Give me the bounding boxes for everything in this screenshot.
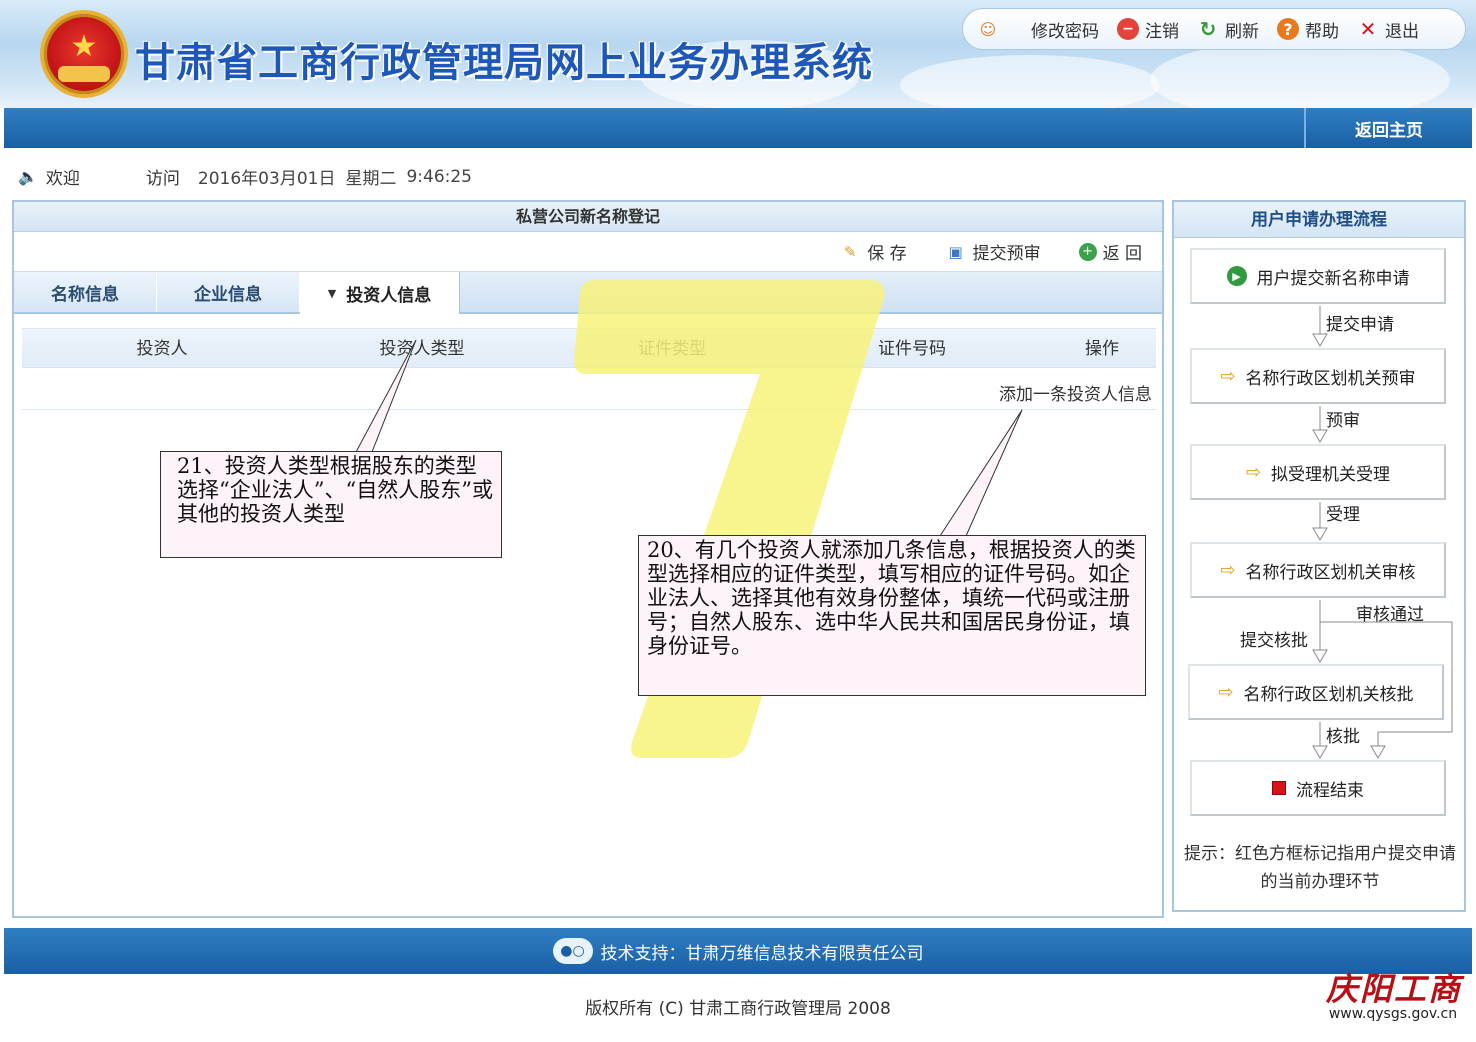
tab-label: 名称信息 <box>51 284 119 305</box>
national-emblem-logo: ★ <box>40 10 128 98</box>
flow-label-submit-application: 提交申请 <box>1326 315 1394 335</box>
callout-note-21: 21、投资人类型根据股东的类型选择“企业法人”、“自然人股东”或其他的投资人类型 <box>160 451 502 558</box>
column-header-investor: 投资人 <box>136 339 188 359</box>
flow-step-label: 用户提交新名称申请 <box>1256 268 1410 289</box>
exit-label: 退出 <box>1385 21 1419 42</box>
top-toolbar: ☺ 修改密码 − 注销 ↻ 刷新 ? 帮助 ✕ 退出 <box>962 8 1466 50</box>
footer-bar: ●○ 技术支持：甘肃万维信息技术有限责任公司 <box>4 928 1472 974</box>
tab-label: 投资人信息 <box>346 285 432 306</box>
arrow-right-icon: ⇨ <box>1245 461 1262 483</box>
flow-title: 用户申请办理流程 <box>1174 202 1464 238</box>
cloud-decoration <box>1150 40 1450 108</box>
add-investor-link[interactable]: 添加一条投资人信息 <box>999 380 1152 405</box>
home-button[interactable]: 返回主页 <box>1304 108 1472 148</box>
weekday-text: 星期二 <box>345 169 397 189</box>
submit-precheck-label: 提交预审 <box>972 244 1041 264</box>
tab-bar: 名称信息 企业信息 ▼ 投资人信息 <box>14 272 1162 314</box>
speaker-icon: 🔈 <box>18 167 38 186</box>
flow-step-label: 拟受理机关受理 <box>1271 464 1391 485</box>
flow-step-accept: ⇨ 拟受理机关受理 <box>1190 444 1446 500</box>
flow-step-label: 名称行政区划机关预审 <box>1245 368 1416 389</box>
flow-step-submit: ▶ 用户提交新名称申请 <box>1190 248 1446 304</box>
column-header-id-type: 证件类型 <box>638 339 706 359</box>
tab-company-info[interactable]: 企业信息 <box>157 272 300 312</box>
column-header-investor-type: 投资人类型 <box>379 339 465 359</box>
grid-header: 投资人 投资人类型 证件类型 证件号码 操作 <box>22 328 1156 368</box>
welcome-bar: 🔈 欢迎 访问 2016年03月01日 星期二 9:46:25 <box>18 164 472 190</box>
time-text: 9:46:25 <box>406 166 472 187</box>
edit-document-icon: ▣ <box>948 242 963 261</box>
nav-bar: 返回主页 <box>4 108 1472 148</box>
refresh-icon: ↻ <box>1199 17 1217 41</box>
flow-step-review: ⇨ 名称行政区划机关审核 <box>1190 542 1446 598</box>
arrow-right-icon: ⇨ <box>1220 365 1236 387</box>
flow-step-approve: ⇨ 名称行政区划机关核批 <box>1188 664 1444 720</box>
flow-panel: 用户申请办理流程 ▶ 用户提交新名称申请 ⇨ 名称行政区划机关预审 ⇨ 拟受理机… <box>1172 200 1466 912</box>
add-row: 添加一条投资人信息 <box>22 370 1156 410</box>
flow-step-precheck: ⇨ 名称行政区划机关预审 <box>1190 348 1446 404</box>
user-key-icon: ☺ <box>979 19 997 39</box>
logout-button[interactable]: − 注销 <box>1117 17 1179 42</box>
app-title: 甘肃省工商行政管理局网上业务办理系统 <box>135 39 873 86</box>
save-label: 保 存 <box>867 244 907 264</box>
refresh-label: 刷新 <box>1225 21 1259 42</box>
close-icon: ✕ <box>1359 17 1377 41</box>
arrow-right-icon: ⇨ <box>1218 681 1234 703</box>
flow-step-label: 名称行政区划机关审核 <box>1245 562 1416 583</box>
flow-label-accept: 受理 <box>1326 505 1360 525</box>
back-button[interactable]: + 返 回 <box>1078 239 1142 264</box>
date-text: 2016年03月01日 <box>197 169 336 189</box>
save-button[interactable]: ✎ 保 存 <box>839 239 907 265</box>
watermark-logo: 庆阳工商 <box>1325 970 1462 1008</box>
flow-step-label: 名称行政区划机关核批 <box>1243 684 1414 705</box>
flow-label-submit-approval: 提交核批 <box>1240 631 1308 651</box>
help-icon: ? <box>1277 18 1299 40</box>
callout-note-20: 20、有几个投资人就添加几条信息，根据投资人的类型选择相应的证件类型，填写相应的… <box>638 535 1146 696</box>
refresh-button[interactable]: ↻ 刷新 <box>1197 17 1259 42</box>
cloud-decoration <box>900 55 1160 108</box>
back-label: 返 回 <box>1102 244 1142 264</box>
change-password-button[interactable]: ☺ 修改密码 <box>977 17 1099 42</box>
logout-icon: − <box>1117 18 1139 40</box>
change-password-label: 修改密码 <box>1031 21 1099 42</box>
flow-label-precheck: 预审 <box>1326 411 1360 431</box>
play-icon: ▶ <box>1226 266 1247 286</box>
submit-precheck-button[interactable]: ▣ 提交预审 <box>945 239 1041 265</box>
tech-support-text: 技术支持：甘肃万维信息技术有限责任公司 <box>600 943 924 964</box>
back-circle-icon: + <box>1078 242 1097 261</box>
chevron-down-icon: ▼ <box>327 286 337 300</box>
visit-label: 访问 <box>145 169 180 189</box>
column-header-action: 操作 <box>1085 339 1119 359</box>
panel-title: 私营公司新名称登记 <box>14 202 1162 232</box>
stop-square-icon <box>1272 781 1286 795</box>
flow-hint: 提示：红色方框标记指用户提交申请的当前办理环节 <box>1184 844 1456 892</box>
flow-label-review-passed: 审核通过 <box>1356 605 1424 625</box>
flow-label-approve: 核批 <box>1326 727 1360 747</box>
column-header-id-number: 证件号码 <box>878 339 946 359</box>
tab-name-info[interactable]: 名称信息 <box>14 272 157 312</box>
logout-label: 注销 <box>1145 21 1179 42</box>
flow-step-label: 流程结束 <box>1296 780 1364 801</box>
action-bar: ✎ 保 存 ▣ 提交预审 + 返 回 <box>14 232 1162 272</box>
copyright-text: 版权所有 (C) 甘肃工商行政管理局 2008 <box>585 999 891 1019</box>
help-label: 帮助 <box>1305 21 1339 42</box>
pencil-icon: ✎ <box>843 242 857 261</box>
header-banner: ★ 甘肃省工商行政管理局网上业务办理系统 ☺ 修改密码 − 注销 ↻ 刷新 ? … <box>0 0 1476 108</box>
arrow-right-icon: ⇨ <box>1220 559 1236 581</box>
tab-investor-info[interactable]: ▼ 投资人信息 <box>300 272 460 314</box>
welcome-label: 欢迎 <box>45 169 80 189</box>
help-button[interactable]: ? 帮助 <box>1277 17 1339 42</box>
flow-step-end: 流程结束 <box>1190 760 1446 816</box>
watermark-url: www.qysgs.gov.cn <box>1328 1006 1458 1022</box>
tab-label: 企业信息 <box>194 284 262 305</box>
exit-button[interactable]: ✕ 退出 <box>1357 17 1419 42</box>
support-chat-icon: ●○ <box>552 938 593 964</box>
